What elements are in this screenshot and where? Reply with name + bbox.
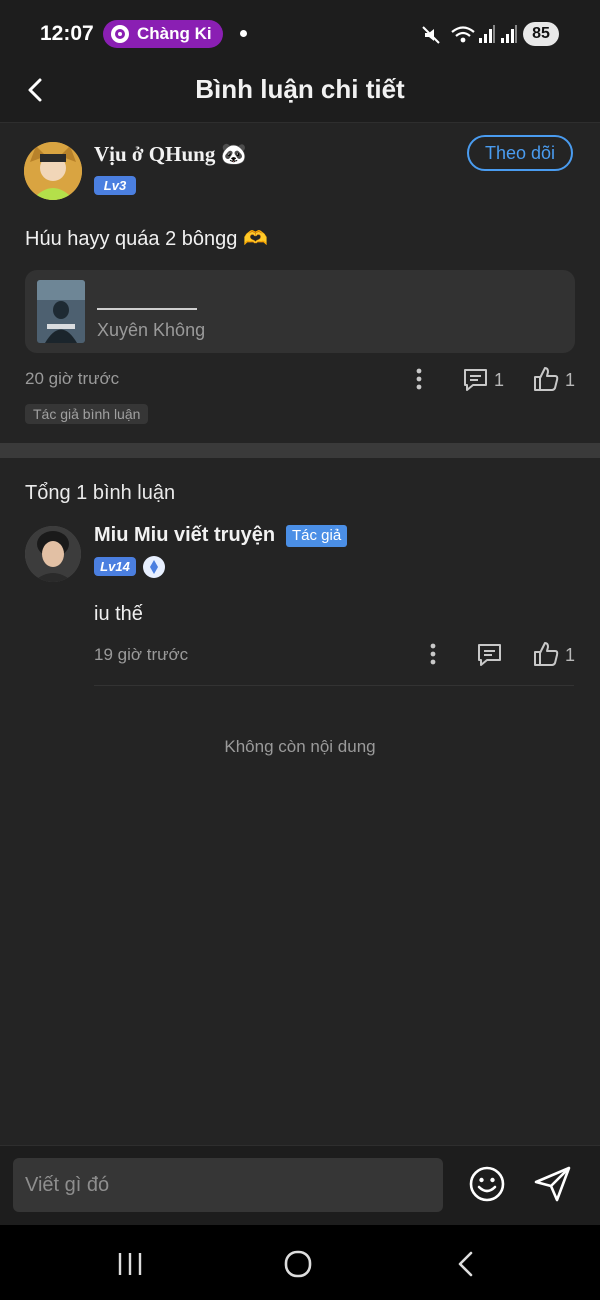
more-options-button[interactable] (410, 367, 428, 393)
section-divider (0, 443, 600, 458)
avatar[interactable] (25, 526, 81, 582)
recent-apps-icon (118, 1253, 142, 1275)
comment-text: iu thế (94, 603, 143, 625)
more-vertical-icon (430, 643, 436, 665)
book-cover-image (37, 280, 85, 343)
comment-count: 1 (494, 370, 505, 390)
thumbs-up-icon (534, 367, 559, 391)
system-back-button[interactable] (454, 1250, 478, 1278)
comment-like-button[interactable] (532, 640, 560, 668)
comment-more-options-button[interactable] (424, 642, 442, 668)
comment-icon (478, 644, 501, 666)
more-vertical-icon (416, 368, 422, 390)
author-comment-tag: Tác giả bình luận (25, 404, 149, 424)
comment-total: Tổng 1 bình luận (25, 482, 176, 504)
status-bar: 12:07 Chàng Ki 85 (0, 0, 600, 64)
book-card[interactable]: Xuyên Không (25, 270, 575, 353)
book-title-placeholder (97, 308, 197, 310)
page-title: Bình luận chi tiết (195, 74, 405, 104)
recent-apps-button[interactable] (116, 1251, 144, 1277)
comment-button[interactable] (462, 366, 490, 394)
comment-timestamp: 19 giờ trước (94, 645, 189, 664)
level-badge: Lv3 (94, 176, 136, 195)
level-badge: Lv14 (94, 557, 136, 576)
notification-pill-text: Chàng Ki (137, 24, 212, 43)
signal-icon-2 (500, 24, 518, 44)
gem-icon (143, 556, 165, 578)
send-icon (534, 1166, 571, 1202)
post-author-name[interactable]: Vịu ở QHung 🐼 (94, 142, 247, 167)
comment-divider (94, 685, 574, 686)
home-icon (284, 1250, 312, 1278)
wifi-icon (450, 24, 476, 46)
comment-composer (0, 1145, 600, 1226)
notification-pill[interactable]: Chàng Ki (103, 20, 223, 48)
home-button[interactable] (284, 1250, 312, 1278)
globe-icon (111, 25, 129, 43)
like-button[interactable] (532, 365, 560, 393)
system-navigation-bar (0, 1225, 600, 1300)
battery-indicator: 85 (523, 22, 559, 46)
comment-input[interactable] (13, 1158, 443, 1212)
book-genre: Xuyên Không (97, 320, 206, 340)
notification-dot (240, 30, 247, 37)
post-text: Húu hayy quáa 2 bôngg 🫶 (25, 228, 268, 250)
avatar[interactable] (24, 142, 82, 200)
reply-button[interactable] (476, 641, 504, 669)
signal-icon (478, 24, 496, 44)
comment-author-name[interactable]: Miu Miu viết truyện (94, 524, 275, 547)
follow-button[interactable]: Theo dõi (467, 135, 573, 171)
chevron-left-icon (458, 1251, 473, 1277)
top-app-bar: Bình luận chi tiết (0, 64, 600, 123)
send-button[interactable] (533, 1165, 573, 1203)
mute-icon (420, 24, 442, 46)
post-timestamp: 20 giờ trước (25, 369, 120, 388)
end-of-content-text: Không còn nội dung (224, 737, 376, 756)
comment-icon (464, 369, 487, 391)
like-count: 1 (565, 370, 576, 390)
emoji-button[interactable] (468, 1165, 506, 1203)
emoji-icon (469, 1166, 505, 1202)
status-time: 12:07 (40, 22, 94, 45)
author-badge: Tác giả (286, 525, 348, 547)
comment-like-count: 1 (565, 645, 576, 665)
thumbs-up-icon (534, 642, 559, 666)
